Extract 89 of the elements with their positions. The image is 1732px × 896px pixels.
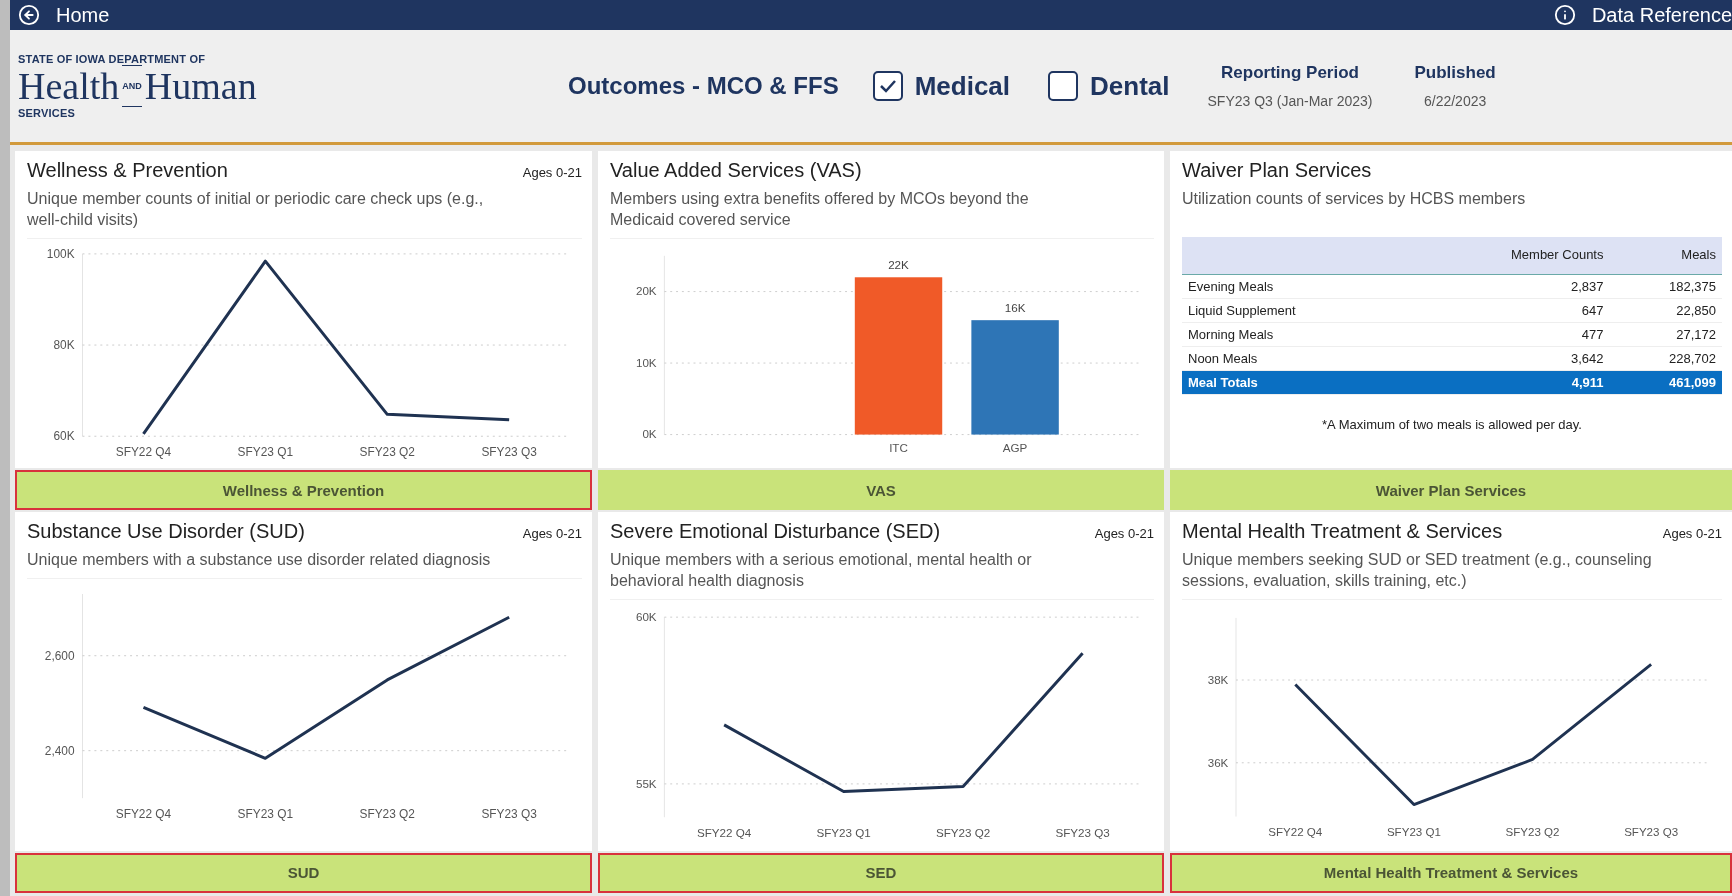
logo-text: STATE OF IOWA DEPARTMENT OF (18, 53, 207, 65)
axis-label: SFY23 Q3 (481, 807, 537, 822)
table-cell: 647 (1410, 298, 1610, 323)
table-cell: 3,642 (1410, 346, 1610, 371)
card-title: Substance Use Disorder (SUD) (27, 520, 305, 544)
table-cell: Morning Meals (1182, 322, 1411, 347)
axis-label: SFY22 Q4 (115, 807, 172, 822)
card-title: Value Added Services (VAS) (610, 159, 862, 182)
axis-label: SFY23 Q2 (359, 807, 415, 822)
table-cell: 27,172 (1609, 322, 1722, 347)
reporting-period-value: SFY23 Q3 (Jan-Mar 2023) (1207, 93, 1373, 109)
section-button[interactable]: Waiver Plan Services (1170, 470, 1732, 511)
axis-label: 100K (46, 246, 75, 261)
table-cell: Liquid Supplement (1182, 298, 1411, 323)
section-button[interactable]: Wellness & Prevention (15, 470, 592, 511)
page-title: Outcomes - MCO & FFS (568, 72, 839, 100)
table-cell: 228,702 (1609, 346, 1722, 371)
card-description: Members using extra benefits offered by MCOs beyond the Medicaid covered service (610, 189, 1030, 230)
axis-label: 80K (53, 338, 75, 353)
logo-text: Health (18, 66, 120, 106)
footnote: *A Maximum of two meals is allowed per day. (1321, 417, 1583, 432)
age-range: Ages 0-21 (1094, 526, 1154, 542)
card-description: Unique members seeking SUD or SED treatment (e.g., counseling sessions, evaluation, skills training, etc.) (1182, 550, 1653, 592)
axis-label: SFY23 Q2 (935, 825, 991, 839)
age-range: Ages 0-21 (1662, 526, 1722, 542)
table-cell: 2,837 (1410, 274, 1610, 299)
total-cell: 461,099 (1609, 370, 1722, 395)
axis-label: AGP (1002, 441, 1028, 455)
axis-label: SFY23 Q2 (1505, 826, 1560, 839)
card-title: Waiver Plan Services (1182, 159, 1372, 182)
age-range: Ages 0-21 (522, 165, 582, 180)
table-cell: 22,850 (1609, 298, 1722, 323)
section-button[interactable]: SUD (15, 853, 592, 893)
section-button[interactable]: Mental Health Treatment & Services (1170, 853, 1732, 893)
card-title: Severe Emotional Disturbance (SED) (610, 520, 941, 544)
axis-label: 2,400 (44, 743, 75, 758)
axis-label: 20K (635, 284, 657, 298)
axis-label: SFY23 Q3 (1624, 826, 1679, 839)
info-icon (1553, 4, 1576, 26)
axis-label: SFY23 Q2 (359, 445, 415, 460)
axis-label: 36K (1207, 756, 1229, 769)
filter-checkbox[interactable]: Dental (1048, 70, 1170, 102)
total-cell: 4,911 (1410, 370, 1610, 395)
card-description: Unique members with a substance use disorder related diagnosis (27, 550, 492, 571)
card-description: Unique members with a serious emotional, mental health or behavioral health diagnosis (610, 550, 1033, 592)
home-link[interactable]: Home (18, 3, 110, 27)
data-reference-link[interactable]: Data Reference (1553, 3, 1732, 27)
logo-text: AND (122, 65, 142, 107)
checkbox[interactable] (872, 71, 903, 101)
card-description: Utilization counts of services by HCBS members (1182, 189, 1527, 209)
section-button[interactable]: SED (598, 853, 1164, 893)
section-button[interactable]: VAS (598, 470, 1164, 511)
published-date: 6/22/2023 (1423, 93, 1487, 109)
table-cell: Evening Meals (1182, 274, 1411, 299)
axis-label: SFY23 Q1 (237, 445, 294, 460)
total-cell: Meal Totals (1182, 370, 1411, 395)
axis-label: SFY23 Q1 (816, 825, 871, 839)
axis-label: 10K (635, 355, 657, 369)
table-cell: 182,375 (1609, 274, 1722, 299)
axis-label: SFY23 Q3 (481, 445, 537, 460)
axis-label: 60K (53, 429, 75, 444)
table-cell: 477 (1410, 322, 1610, 347)
card-description: Unique member counts of initial or periodic care check ups (e.g., well-child visits) (27, 189, 485, 230)
axis-label: SFY23 Q1 (1386, 826, 1441, 839)
axis-label: 55K (635, 777, 657, 790)
axis-label: 60K (635, 610, 657, 624)
axis-label: ITC (889, 441, 908, 455)
card-title: Mental Health Treatment & Services (1182, 520, 1503, 544)
axis-label: 38K (1207, 674, 1229, 687)
reporting-period-label: Reporting Period (1221, 63, 1359, 83)
checkbox[interactable] (1048, 71, 1079, 101)
axis-label: 2,600 (44, 648, 75, 663)
axis-label: SFY23 Q3 (1055, 825, 1110, 839)
card-title: Wellness & Prevention (27, 159, 228, 182)
column-header: Meals (1609, 237, 1722, 275)
axis-label: SFY22 Q4 (1268, 826, 1323, 839)
axis-label: 0K (642, 427, 657, 441)
axis-label: SFY23 Q1 (237, 807, 294, 822)
published-label: Published (1414, 63, 1496, 83)
axis-label: SFY22 Q4 (696, 825, 752, 839)
value-label: 16K (1004, 301, 1026, 315)
axis-label: SFY22 Q4 (115, 445, 172, 460)
value-label: 22K (888, 258, 909, 272)
column-header: Member Counts (1410, 237, 1610, 275)
age-range: Ages 0-21 (522, 526, 582, 542)
logo-text: SERVICES (18, 107, 77, 119)
filter-checkbox[interactable]: Medical (872, 70, 1011, 102)
table-cell: Noon Meals (1182, 346, 1411, 371)
logo-text: Human (144, 66, 257, 106)
